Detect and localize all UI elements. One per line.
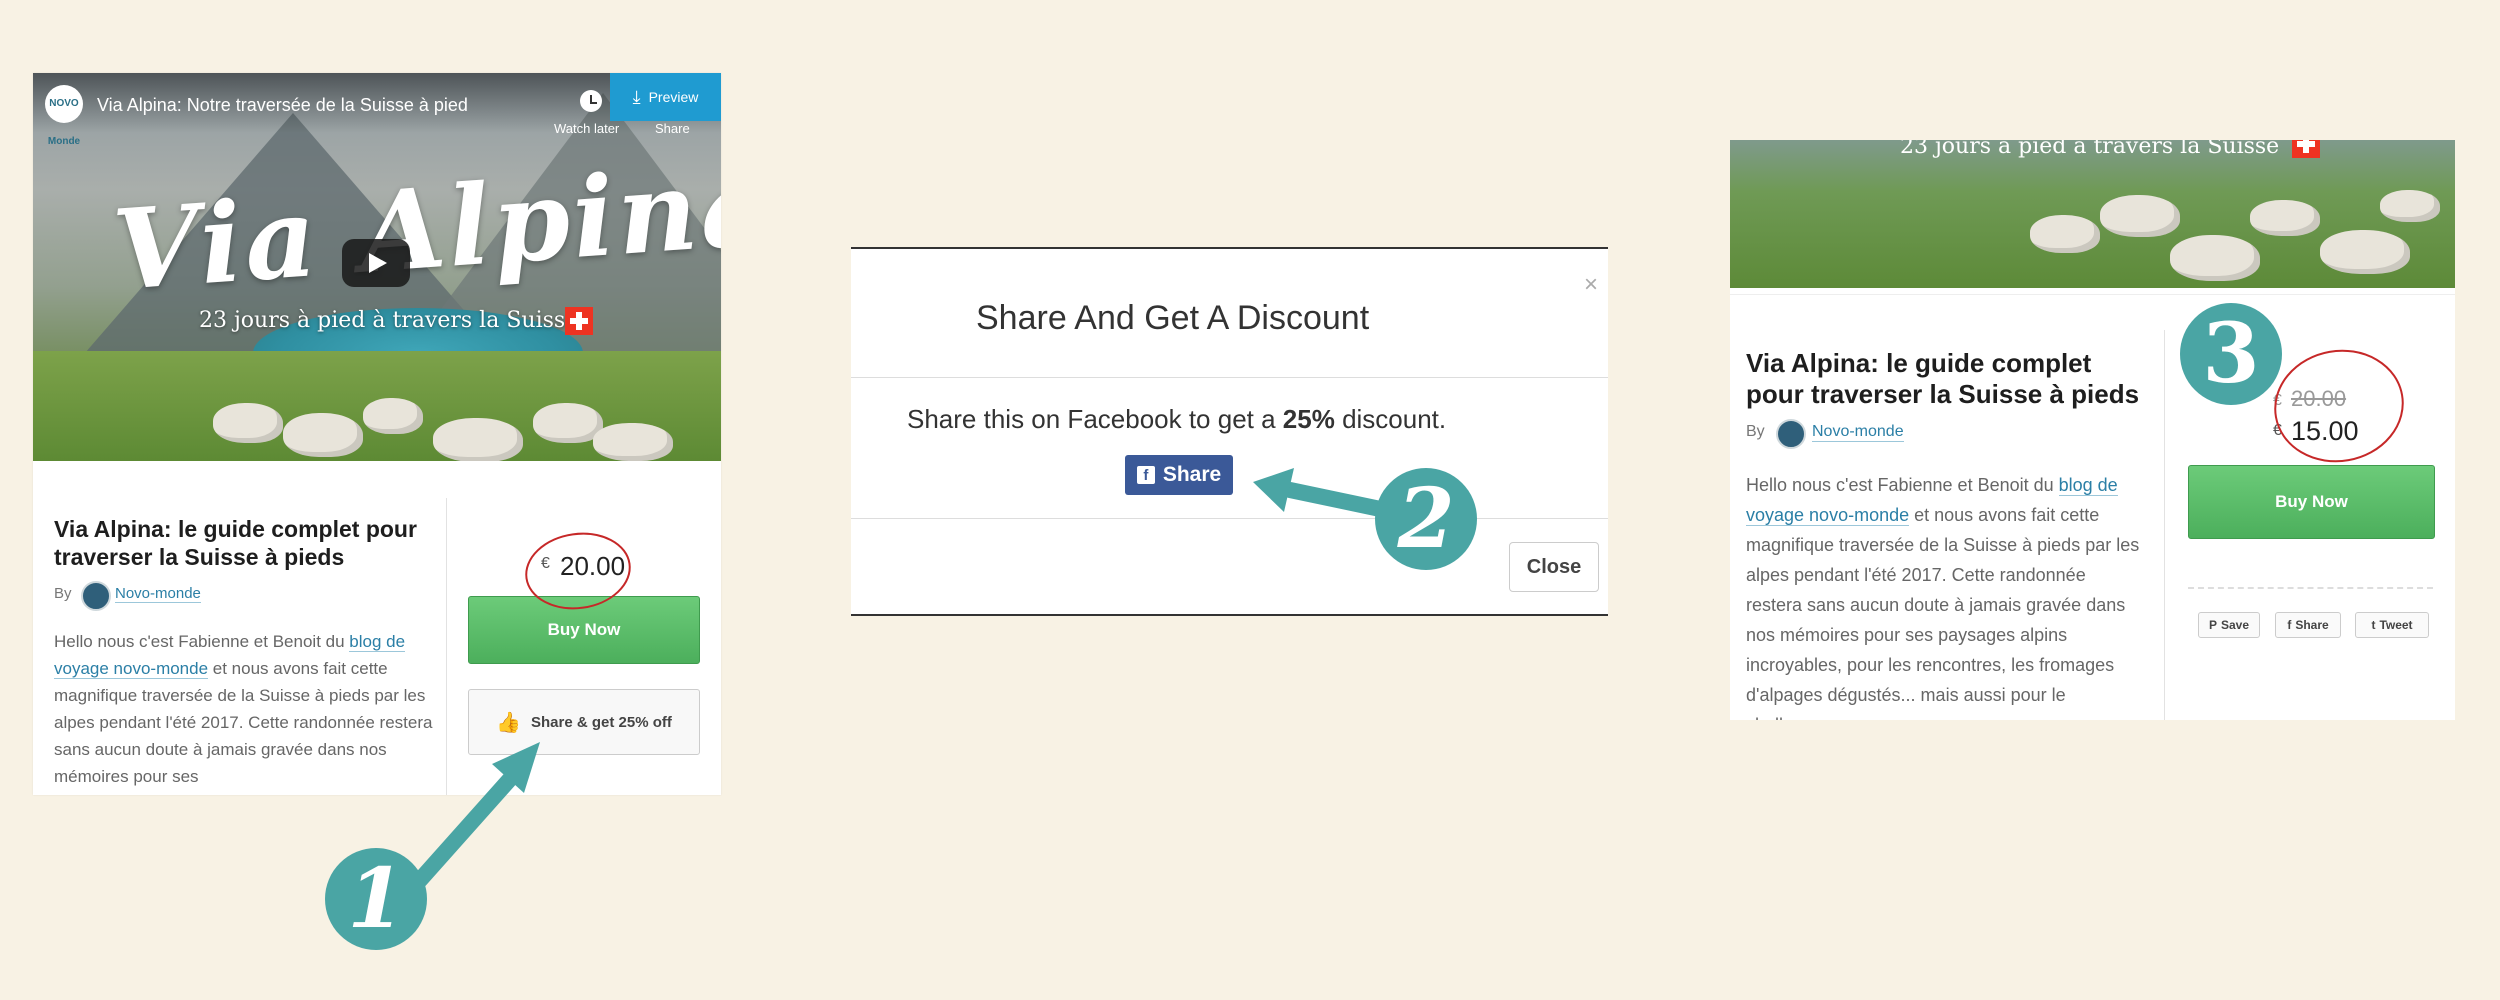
product-panel-step3: 23 jours à pied à travers la Suisse Via … — [1730, 140, 2455, 720]
download-icon: ⤓ — [632, 86, 641, 107]
step-2-badge: 2 — [1375, 468, 1477, 570]
clock-icon[interactable] — [580, 90, 602, 112]
close-button[interactable]: Close — [1509, 542, 1599, 592]
tweet-button[interactable]: t Tweet — [2355, 612, 2429, 638]
tweet-label: Tweet — [2379, 618, 2413, 632]
buy-now-button[interactable]: Buy Now — [468, 596, 700, 664]
preview-button[interactable]: ⤓ Preview — [610, 73, 721, 121]
by-label: By — [54, 585, 72, 602]
facebook-share-button[interactable]: f Share — [1125, 455, 1233, 495]
currency-symbol: € — [541, 555, 550, 572]
play-icon[interactable] — [342, 239, 410, 287]
modal-divider — [851, 377, 1608, 378]
author-link[interactable]: Novo-monde — [1812, 423, 1904, 442]
modal-message: Share this on Facebook to get a 25% disc… — [907, 404, 1447, 434]
old-currency-symbol: € — [2273, 392, 2282, 409]
share-discount-label: Share & get 25% off — [531, 713, 672, 731]
share-label: Share — [2295, 618, 2329, 632]
product-title: Via Alpina: le guide complet pour traver… — [1746, 348, 2140, 409]
product-banner-image: 23 jours à pied à travers la Suisse — [1730, 140, 2455, 288]
swiss-flag-icon — [565, 307, 593, 335]
price: 20.00 — [560, 551, 626, 581]
pinterest-save-button[interactable]: P Save — [2198, 612, 2260, 638]
column-divider — [2164, 330, 2165, 720]
product-panel-step1: NOVO Monde Via Alpina: Notre traversée d… — [33, 73, 721, 795]
facebook-icon: f — [1136, 466, 1155, 484]
channel-logo[interactable]: NOVO Monde — [45, 85, 83, 147]
product-title: Via Alpina: le guide complet pour traver… — [54, 516, 417, 570]
step-1-badge: 1 — [325, 848, 427, 950]
share-discount-modal: Share And Get A Discount × Share this on… — [851, 247, 1608, 616]
by-label: By — [1746, 423, 1765, 440]
video-share-label[interactable]: Share — [655, 121, 690, 136]
modal-title: Share And Get A Discount — [976, 299, 1370, 337]
author-link[interactable]: Novo-monde — [115, 585, 201, 603]
discounted-price: 15.00 — [2291, 416, 2359, 446]
author-avatar[interactable] — [1776, 419, 1806, 449]
buy-now-button[interactable]: Buy Now — [2188, 465, 2435, 539]
facebook-icon: f — [2287, 618, 2292, 632]
section-divider — [1730, 294, 2455, 295]
twitter-icon: t — [2371, 618, 2376, 632]
save-label: Save — [2220, 618, 2250, 632]
thumbs-up-icon: 👍 — [496, 711, 522, 734]
dashed-divider — [2188, 587, 2433, 589]
share-discount-button[interactable]: 👍 Share & get 25% off — [468, 689, 700, 755]
watch-later-label[interactable]: Watch later — [554, 121, 619, 136]
step-3-badge: 3 — [2180, 303, 2282, 405]
facebook-share-label: Share — [1162, 463, 1222, 486]
product-description: Hello nous c'est Fabienne et Benoit du b… — [1746, 475, 2140, 720]
facebook-share-small-button[interactable]: f Share — [2275, 612, 2341, 638]
close-icon[interactable]: × — [1584, 271, 1598, 299]
old-price: 20.00 — [2291, 386, 2347, 411]
currency-symbol: € — [2273, 422, 2282, 439]
banner-subtitle: 23 jours à pied à travers la Suisse — [1900, 140, 2280, 159]
modal-divider — [851, 518, 1608, 519]
pinterest-icon: P — [2208, 618, 2217, 632]
video-overlay-subtitle: 23 jours à pied à travers la Suisse — [199, 308, 579, 333]
author-avatar[interactable] — [81, 581, 111, 611]
video-player[interactable]: NOVO Monde Via Alpina: Notre traversée d… — [33, 73, 721, 461]
product-description: Hello nous c'est Fabienne et Benoit du b… — [54, 632, 433, 786]
column-divider — [446, 498, 447, 795]
video-title[interactable]: Via Alpina: Notre traversée de la Suisse… — [97, 95, 468, 116]
preview-label: Preview — [648, 89, 699, 105]
swiss-flag-icon — [2292, 140, 2320, 158]
